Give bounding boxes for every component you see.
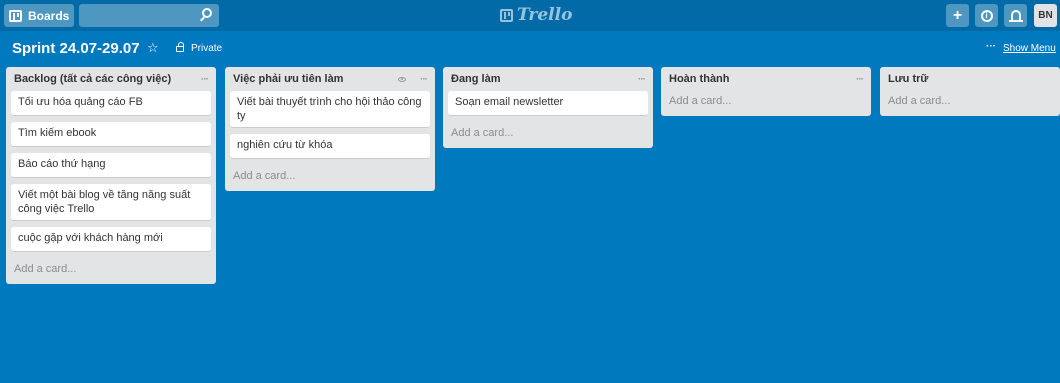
eye-icon [398, 76, 406, 82]
list-archive: Lưu trữ Add a card... [880, 67, 1060, 116]
add-card-button[interactable]: Add a card... [225, 165, 435, 191]
card[interactable]: Soạn email newsletter [448, 91, 648, 116]
more-icon[interactable]: ··· [986, 41, 996, 52]
list-priority: Việc phải ưu tiên làm ··· Viết bài thuyế… [225, 67, 435, 191]
search-input[interactable] [79, 4, 219, 27]
bell-icon [1008, 9, 1023, 22]
list-title[interactable]: Việc phải ưu tiên làm [233, 73, 398, 85]
card[interactable]: Tối ưu hóa quảng cáo FB [11, 91, 211, 116]
info-icon: i [980, 9, 993, 22]
card[interactable]: Viết một bài blog về tăng năng suất công… [11, 184, 211, 221]
top-header: Boards Trello + i BN [0, 0, 1060, 31]
star-icon[interactable]: ☆ [147, 40, 159, 56]
card[interactable]: nghiên cứu từ khóa [230, 134, 430, 159]
card[interactable]: Viết bài thuyết trình cho hội thảo công … [230, 91, 430, 128]
list-menu-icon[interactable]: ··· [856, 74, 864, 85]
list-title[interactable]: Hoàn thành [669, 73, 856, 85]
add-card-button[interactable]: Add a card... [443, 122, 653, 148]
card[interactable]: Tìm kiếm ebook [11, 122, 211, 147]
list-menu-icon[interactable]: ··· [638, 74, 646, 85]
list-backlog: Backlog (tất cả các công việc) ··· Tối ư… [6, 67, 216, 284]
card[interactable]: Báo cáo thứ hạng [11, 153, 211, 178]
notifications-button[interactable] [1004, 4, 1027, 27]
show-menu-link[interactable]: Show Menu [1003, 43, 1056, 54]
add-button[interactable]: + [946, 4, 969, 27]
boards-label: Boards [28, 8, 70, 23]
trello-logo[interactable]: Trello [500, 5, 572, 25]
card-list: Tối ưu hóa quảng cáo FB Tìm kiếm ebook B… [6, 91, 216, 252]
list-header[interactable]: Đang làm ··· [443, 67, 653, 91]
list-header[interactable]: Việc phải ưu tiên làm ··· [225, 67, 435, 91]
card-list: Viết bài thuyết trình cho hội thảo công … [225, 91, 435, 159]
card-list: Soạn email newsletter [443, 91, 653, 116]
search-icon[interactable] [202, 8, 212, 18]
logo-text: Trello [517, 5, 573, 25]
add-card-button[interactable]: Add a card... [880, 91, 1060, 116]
card[interactable]: cuộc gặp với khách hàng mới [11, 227, 211, 252]
privacy-button[interactable]: Private [191, 43, 222, 54]
list-menu-icon[interactable]: ··· [420, 74, 428, 85]
add-card-button[interactable]: Add a card... [6, 258, 216, 284]
list-menu-icon[interactable]: ··· [201, 74, 209, 85]
list-header[interactable]: Lưu trữ [880, 67, 1060, 91]
list-title[interactable]: Lưu trữ [888, 73, 1052, 85]
list-header[interactable]: Hoàn thành ··· [661, 67, 871, 91]
list-done: Hoàn thành ··· Add a card... [661, 67, 871, 116]
list-in-progress: Đang làm ··· Soạn email newsletter Add a… [443, 67, 653, 148]
list-header[interactable]: Backlog (tất cả các công việc) ··· [6, 67, 216, 91]
board-title[interactable]: Sprint 24.07-29.07 [12, 40, 140, 57]
add-card-button[interactable]: Add a card... [661, 91, 871, 116]
boards-button[interactable]: Boards [4, 4, 74, 27]
plus-icon: + [952, 6, 963, 24]
info-button[interactable]: i [975, 4, 998, 27]
lock-icon [176, 42, 184, 52]
avatar[interactable]: BN [1034, 4, 1057, 27]
boards-icon [9, 9, 22, 22]
trello-logo-icon [500, 8, 513, 22]
list-title[interactable]: Backlog (tất cả các công việc) [14, 73, 201, 85]
list-title[interactable]: Đang làm [451, 73, 638, 85]
